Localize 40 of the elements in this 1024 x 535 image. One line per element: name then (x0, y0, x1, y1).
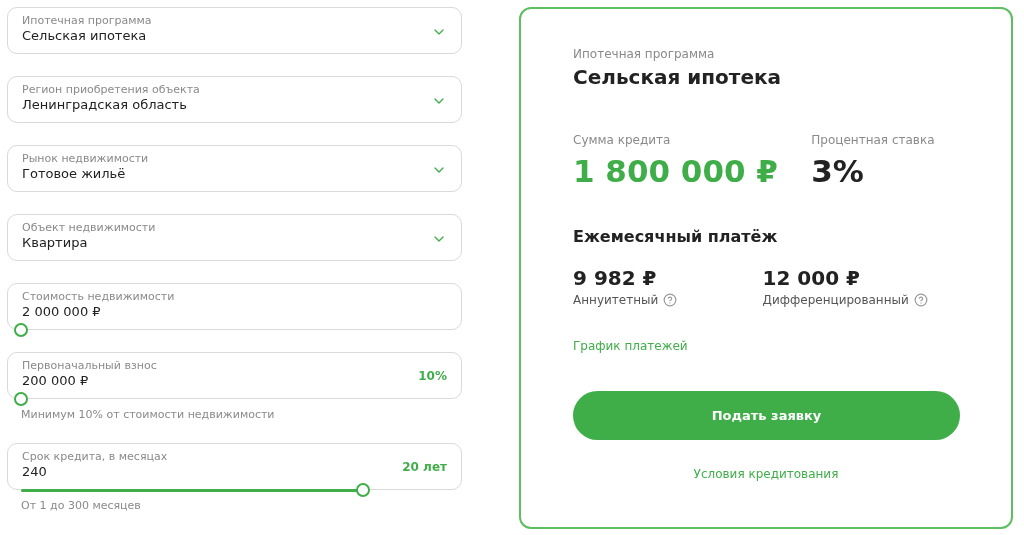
field-label: Первоначальный взнос (22, 359, 157, 372)
field-label: Ипотечная программа (22, 14, 152, 27)
payment-type: Аннуитетный (573, 293, 659, 307)
select-field[interactable]: Рынок недвижимости Готовое жильё (7, 145, 462, 192)
field-value: Квартира (22, 235, 89, 250)
payment-amount: 9 982 ₽ (573, 266, 658, 290)
field-label: Стоимость недвижимости (22, 290, 175, 303)
side-value-text: 20 лет (402, 460, 447, 474)
field-label: Рынок недвижимости (22, 152, 149, 165)
program-label: Ипотечная программа (573, 47, 716, 61)
field-value: 240 (22, 464, 48, 479)
monthly-heading: Ежемесячный платёж (573, 227, 779, 246)
field-hint: От 1 до 300 месяцев (20, 499, 142, 512)
loan-amount: 1 800 000 ₽ (573, 153, 779, 189)
select-field[interactable]: Объект недвижимости Квартира (7, 214, 462, 261)
rate-label: Процентная ставка (811, 133, 936, 147)
field-label: Объект недвижимости (22, 221, 156, 234)
field-value: Готовое жильё (22, 166, 127, 181)
field-value: Ленинградская область (22, 97, 188, 112)
interest-rate: 3% (811, 153, 865, 189)
amount-label: Сумма кредита (573, 133, 672, 147)
slider-thumb[interactable] (14, 323, 28, 337)
help-icon[interactable] (913, 293, 928, 307)
field-hint: Минимум 10% от стоимости недвижимости (20, 408, 276, 421)
slider-thumb[interactable] (14, 392, 28, 406)
slider-thumb[interactable] (355, 483, 370, 497)
side-value-text: 10% (418, 369, 447, 383)
field-label: Срок кредита, в месяцах (22, 450, 168, 463)
select-field[interactable]: Ипотечная программа Сельская ипотека (7, 7, 462, 54)
program-name: Сельская ипотека (573, 65, 783, 89)
input-field[interactable]: Первоначальный взнос 200 000 ₽ 10% (7, 352, 462, 399)
help-icon[interactable] (663, 293, 678, 307)
input-field[interactable]: Стоимость недвижимости 2 000 000 ₽ (7, 283, 462, 330)
select-field[interactable]: Регион приобретения объекта Ленинградская область (7, 76, 462, 123)
field-value: 2 000 000 ₽ (22, 304, 102, 319)
field-value: Сельская ипотека (22, 28, 148, 43)
field-label: Регион приобретения объекта (22, 83, 200, 96)
payment-type: Дифференцированный (762, 293, 909, 307)
field-value: 200 000 ₽ (22, 373, 90, 388)
payment-amount: 12 000 ₽ (762, 266, 861, 290)
